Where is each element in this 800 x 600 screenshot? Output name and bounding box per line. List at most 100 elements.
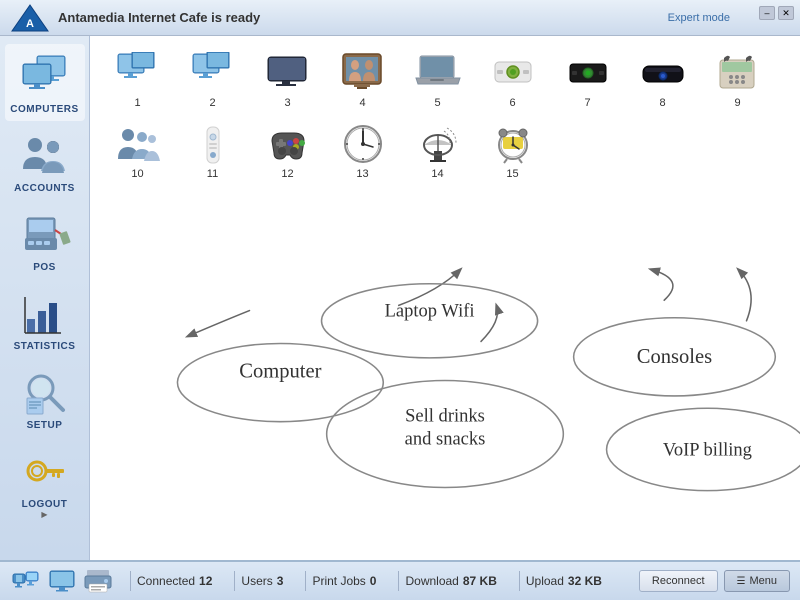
sidebar-item-pos[interactable]: POS — [5, 202, 85, 279]
download-label: Download — [405, 574, 458, 588]
upload-status: Upload 32 KB — [526, 574, 602, 588]
close-button[interactable]: ✕ — [778, 6, 794, 20]
computer-14-icon — [413, 121, 463, 166]
sidebar-item-logout[interactable]: LOGOUT ▶ — [5, 439, 85, 525]
computer-11-icon — [188, 121, 238, 166]
computer-4-label: 4 — [359, 97, 365, 109]
computer-15-icon — [488, 121, 538, 166]
icons-area: 1 2 — [90, 36, 800, 236]
computer-1-label: 1 — [134, 97, 140, 109]
drawing-area: Computer Laptop Wifi Sell drinks and sna… — [90, 236, 800, 560]
computer-12-icon — [263, 121, 313, 166]
annotations-svg: Computer Laptop Wifi Sell drinks and sna… — [90, 236, 800, 560]
computer-6-icon — [488, 50, 538, 95]
svg-text:and snacks: and snacks — [405, 428, 486, 449]
status-separator-4 — [398, 571, 399, 591]
statusbar: Connected 12 Users 3 Print Jobs 0 Downlo… — [0, 560, 800, 600]
expert-mode-link[interactable]: Expert mode — [668, 12, 730, 24]
printer-icon[interactable] — [82, 567, 114, 595]
svg-text:Consoles: Consoles — [637, 346, 712, 368]
svg-text:Laptop Wifi: Laptop Wifi — [385, 301, 475, 322]
computer-11-label: 11 — [207, 168, 218, 180]
sidebar-arrow: ▶ — [41, 510, 47, 519]
computer-2-icon — [188, 50, 238, 95]
status-separator-3 — [305, 571, 306, 591]
status-icons — [10, 567, 114, 595]
network-icon[interactable] — [10, 567, 42, 595]
computer-1-icon — [113, 50, 163, 95]
printjobs-status: Print Jobs 0 — [312, 574, 376, 588]
computer-11[interactable]: 11 — [175, 117, 250, 184]
content-area: 1 2 — [90, 36, 800, 560]
download-status: Download 87 KB — [405, 574, 496, 588]
computer-1[interactable]: 1 — [100, 46, 175, 113]
menu-button[interactable]: ☰ Menu — [724, 570, 791, 592]
setup-icon — [19, 366, 71, 418]
download-value: 87 KB — [463, 574, 497, 588]
upload-value: 32 KB — [568, 574, 602, 588]
svg-text:A: A — [26, 18, 34, 30]
computer-15[interactable]: 15 — [475, 117, 550, 184]
computer-3-label: 3 — [284, 97, 290, 109]
users-value: 3 — [277, 574, 284, 588]
svg-text:Sell drinks: Sell drinks — [405, 406, 485, 427]
computer-9[interactable]: 9 — [700, 46, 775, 113]
sidebar-setup-label: SETUP — [27, 420, 63, 431]
computer-10-icon — [113, 121, 163, 166]
window-title: Antamedia Internet Cafe is ready — [58, 10, 260, 25]
computer-13[interactable]: 13 — [325, 117, 400, 184]
minimize-button[interactable]: – — [759, 6, 775, 20]
svg-text:VoIP billing: VoIP billing — [663, 440, 752, 461]
connected-label: Connected — [137, 574, 195, 588]
sidebar: COMPUTERS ACCOUNTS — [0, 36, 90, 560]
window-controls: – ✕ — [759, 6, 794, 20]
reconnect-button[interactable]: Reconnect — [639, 570, 718, 592]
sidebar-item-statistics[interactable]: STATISTICS — [5, 281, 85, 358]
printjobs-label: Print Jobs — [312, 574, 365, 588]
computer-5[interactable]: 5 — [400, 46, 475, 113]
sidebar-item-setup[interactable]: SETUP — [5, 360, 85, 437]
computer-icons-row2: 10 11 — [100, 117, 790, 184]
computer-8-label: 8 — [659, 97, 665, 109]
titlebar: A Antamedia Internet Cafe is ready Exper… — [0, 0, 800, 36]
menu-icon: ☰ — [737, 576, 746, 587]
sidebar-item-computers[interactable]: COMPUTERS — [5, 44, 85, 121]
computer-3[interactable]: 3 — [250, 46, 325, 113]
statistics-icon — [19, 287, 71, 339]
accounts-icon — [19, 129, 71, 181]
pos-icon — [19, 208, 71, 260]
computer-8[interactable]: 8 — [625, 46, 700, 113]
computer-13-icon — [338, 121, 388, 166]
sidebar-item-accounts[interactable]: ACCOUNTS — [5, 123, 85, 200]
sidebar-accounts-label: ACCOUNTS — [14, 183, 75, 194]
computer-13-label: 13 — [356, 168, 368, 180]
sidebar-pos-label: POS — [33, 262, 56, 273]
sidebar-statistics-label: STATISTICS — [14, 341, 76, 352]
computer-6[interactable]: 6 — [475, 46, 550, 113]
connected-status: Connected 12 — [137, 574, 212, 588]
monitor-icon[interactable] — [46, 567, 78, 595]
computer-14[interactable]: 14 — [400, 117, 475, 184]
printjobs-value: 0 — [370, 574, 377, 588]
status-separator-2 — [234, 571, 235, 591]
upload-label: Upload — [526, 574, 564, 588]
computer-4[interactable]: 4 — [325, 46, 400, 113]
computer-2[interactable]: 2 — [175, 46, 250, 113]
computer-9-icon — [713, 50, 763, 95]
computer-8-icon — [638, 50, 688, 95]
computer-10[interactable]: 10 — [100, 117, 175, 184]
computers-icon — [19, 50, 71, 102]
computer-6-label: 6 — [509, 97, 515, 109]
sidebar-logout-label: LOGOUT — [22, 499, 68, 510]
computer-12-label: 12 — [281, 168, 293, 180]
computer-12[interactable]: 12 — [250, 117, 325, 184]
svg-text:Computer: Computer — [239, 360, 321, 382]
computer-icons-row1: 1 2 — [100, 46, 790, 113]
menu-label: Menu — [749, 575, 777, 587]
computer-7[interactable]: 7 — [550, 46, 625, 113]
computer-3-icon — [263, 50, 313, 95]
logout-icon — [19, 445, 71, 497]
computer-2-label: 2 — [209, 97, 215, 109]
status-separator-5 — [519, 571, 520, 591]
computer-7-label: 7 — [584, 97, 590, 109]
